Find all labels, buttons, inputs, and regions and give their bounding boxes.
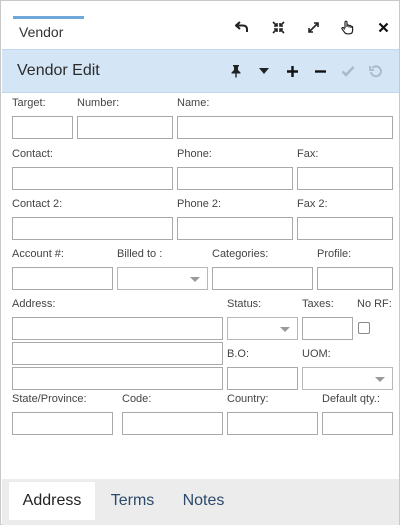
refresh-icon (366, 61, 386, 81)
state-province-input[interactable] (12, 412, 113, 435)
number-input[interactable] (77, 116, 173, 139)
chevron-down-icon[interactable] (254, 61, 274, 81)
state-province-label: State/Province: (12, 393, 87, 405)
billed-to-select[interactable] (117, 267, 208, 290)
title-bar: Vendor (1, 1, 399, 47)
vendor-tab[interactable]: Vendor (13, 13, 84, 45)
address-line2-input[interactable] (12, 342, 223, 365)
taxes-input[interactable] (302, 317, 353, 340)
contact-input[interactable] (12, 167, 173, 190)
address-label: Address: (12, 298, 56, 310)
number-label: Number: (77, 97, 120, 109)
minus-icon[interactable] (310, 61, 330, 81)
fax-input[interactable] (297, 167, 393, 190)
bo-label: B.O: (227, 348, 250, 360)
checkmark-icon (338, 61, 358, 81)
account-input[interactable] (12, 267, 113, 290)
no-rf-checkbox[interactable] (358, 322, 370, 334)
tab-terms[interactable]: Terms (97, 482, 168, 520)
code-label: Code: (122, 393, 152, 405)
uom-label: UOM: (302, 348, 331, 360)
status-select[interactable] (227, 317, 298, 340)
fax2-label: Fax 2: (297, 198, 328, 210)
vendor-tab-label: Vendor (19, 24, 64, 40)
phone-input[interactable] (177, 167, 293, 190)
active-tab-indicator (13, 16, 84, 19)
categories-input[interactable] (212, 267, 313, 290)
target-input[interactable] (12, 116, 73, 139)
expand-icon[interactable] (303, 17, 323, 37)
pointer-hand-icon[interactable] (337, 17, 357, 37)
plus-icon[interactable] (282, 61, 302, 81)
taxes-label: Taxes: (302, 298, 334, 310)
address-line3-input[interactable] (12, 367, 223, 390)
account-label: Account #: (12, 248, 64, 260)
shrink-icon[interactable] (268, 17, 288, 37)
panel-title: Vendor Edit (17, 62, 100, 79)
chevron-down-icon (375, 377, 385, 382)
country-label: Country: (227, 393, 269, 405)
tab-notes[interactable]: Notes (170, 482, 237, 520)
bottom-tab-bar: Address Terms Notes (2, 479, 399, 525)
vendor-window: Vendor Vendor Edit Target: Number: Name:… (0, 0, 400, 525)
chevron-down-icon (280, 327, 290, 332)
categories-label: Categories: (212, 248, 269, 260)
panel-header: Vendor Edit (2, 49, 399, 93)
contact2-label: Contact 2: (12, 198, 63, 210)
undo-arrow-icon[interactable] (232, 17, 252, 37)
close-icon[interactable] (373, 17, 393, 37)
code-input[interactable] (122, 412, 223, 435)
billed-to-label: Billed to : (117, 248, 163, 260)
default-qty-input[interactable] (322, 412, 393, 435)
fax2-input[interactable] (297, 217, 393, 240)
no-rf-label: No RF: (357, 298, 392, 310)
status-label: Status: (227, 298, 262, 310)
contact2-input[interactable] (12, 217, 173, 240)
target-label: Target: (12, 97, 46, 109)
phone2-input[interactable] (177, 217, 293, 240)
profile-label: Profile: (317, 248, 352, 260)
default-qty-label: Default qty.: (322, 393, 380, 405)
fax-label: Fax: (297, 148, 319, 160)
address-line1-input[interactable] (12, 317, 223, 340)
uom-select[interactable] (302, 367, 393, 390)
tab-address[interactable]: Address (9, 482, 95, 520)
name-label: Name: (177, 97, 210, 109)
bo-input[interactable] (227, 367, 298, 390)
pin-icon[interactable] (226, 61, 246, 81)
phone2-label: Phone 2: (177, 198, 222, 210)
country-input[interactable] (227, 412, 318, 435)
chevron-down-icon (190, 277, 200, 282)
profile-input[interactable] (317, 267, 393, 290)
name-input[interactable] (177, 116, 393, 139)
phone-label: Phone: (177, 148, 212, 160)
contact-label: Contact: (12, 148, 53, 160)
